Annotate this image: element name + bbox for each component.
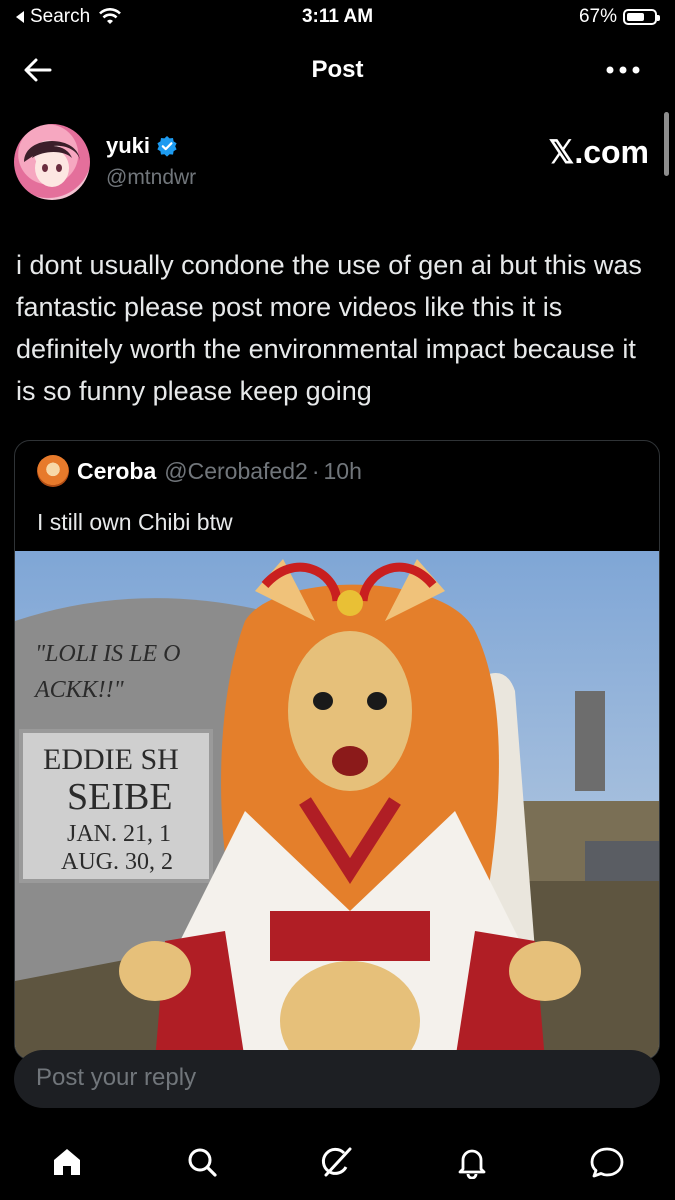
messages-icon: [590, 1147, 624, 1178]
gravestone-text-4: SEIBE: [67, 776, 173, 818]
battery-icon: [623, 9, 660, 25]
avatar-illustration: [24, 141, 80, 187]
quoted-handle[interactable]: @Cerobafed2: [164, 458, 308, 485]
author-name-row[interactable]: yuki: [106, 133, 178, 159]
verified-badge-icon: [157, 136, 177, 157]
quoted-name[interactable]: Ceroba: [77, 458, 156, 485]
reply-placeholder: Post your reply: [36, 1064, 197, 1091]
tab-grok[interactable]: [307, 1132, 367, 1192]
page-title: Post: [311, 56, 364, 83]
tab-messages[interactable]: [577, 1132, 637, 1192]
gravestone-text-5: JAN. 21, 1: [67, 821, 171, 847]
quoted-time: 10h: [323, 457, 362, 484]
tab-notifications[interactable]: [442, 1132, 502, 1192]
quoted-header: Ceroba @Cerobafed2 · 10h: [37, 455, 362, 487]
gravestone-text-1: "LOLI IS LE O: [35, 641, 180, 667]
quoted-separator: ·: [311, 457, 320, 484]
battery-percent: 67%: [578, 6, 617, 27]
tab-home[interactable]: [37, 1132, 97, 1192]
more-horizontal-icon[interactable]: [606, 66, 640, 74]
author-avatar[interactable]: [14, 124, 90, 200]
gravestone-text-3: EDDIE SH: [43, 743, 179, 776]
top-nav: Post: [0, 44, 675, 96]
status-bar: Search 3:11 AM 67%: [0, 0, 675, 36]
bottom-tab-bar: [0, 1120, 675, 1200]
gravestone-text-2: ACKK!!": [33, 677, 125, 703]
quoted-avatar[interactable]: [37, 455, 69, 487]
quoted-media-image[interactable]: "LOLI IS LE O ACKK!!" EDDIE SH SEIBE JAN…: [15, 551, 659, 1060]
scroll-indicator: [664, 112, 669, 176]
home-icon: [54, 1149, 80, 1175]
gravestone-text-6: AUG. 30, 2: [61, 849, 173, 875]
author-name[interactable]: yuki: [106, 133, 150, 159]
quoted-text: I still own Chibi btw: [37, 509, 233, 535]
battery-fill: [627, 13, 645, 21]
source-label: 𝕏.com: [548, 134, 649, 170]
tweet-text: i dont usually condone the use of gen ai…: [16, 250, 642, 406]
quoted-tweet[interactable]: Ceroba @Cerobafed2 · 10h I still own Chi…: [14, 440, 660, 1060]
tab-search[interactable]: [172, 1132, 232, 1192]
grok-icon: [321, 1147, 352, 1177]
author-handle[interactable]: @mtndwr: [106, 166, 196, 190]
notifications-icon: [458, 1149, 486, 1179]
search-icon: [188, 1148, 217, 1177]
battery-status: 67%: [578, 6, 660, 28]
reply-input[interactable]: Post your reply: [14, 1050, 660, 1108]
clock: 3:11 AM: [301, 6, 374, 27]
